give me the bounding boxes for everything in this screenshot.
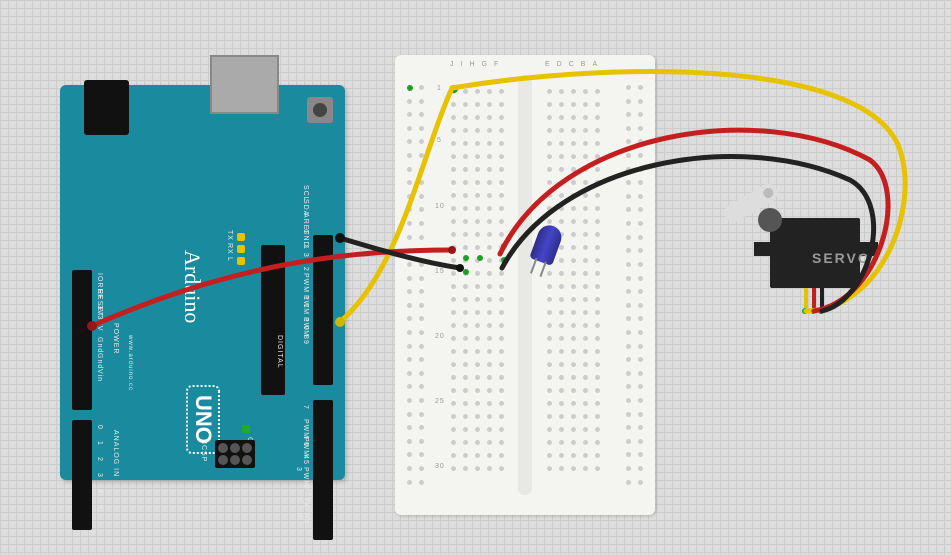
- pin-a1: 1: [96, 441, 103, 446]
- website-label: www.arduino.cc: [127, 335, 133, 391]
- bb-cols-right: E D C B A: [545, 61, 597, 68]
- analog-header[interactable]: [72, 420, 92, 530]
- servo-conn-sig[interactable]: [802, 308, 808, 314]
- tie-cap-c[interactable]: [463, 269, 469, 275]
- servo-vcc-lead[interactable]: [812, 288, 816, 308]
- led-on: [242, 425, 250, 433]
- row-marker-30: 30: [435, 463, 445, 470]
- servo-lead-wires: [796, 288, 836, 308]
- pin-d2: 2: [302, 485, 309, 490]
- fritzing-canvas[interactable]: IOREF RESET 3V3 5V Gnd Gnd Vin POWER ANA…: [0, 0, 951, 555]
- dc-barrel-jack: [84, 80, 129, 135]
- pin-a4: 4: [96, 489, 103, 494]
- led-tx-label: TX: [226, 230, 233, 241]
- power-rail-left-pos[interactable]: [419, 85, 424, 485]
- section-digital-label: DIGITAL: [276, 335, 283, 369]
- terminal-strip-right[interactable]: [543, 85, 603, 485]
- tie-cap-b[interactable]: [477, 255, 483, 261]
- usb-b-port: [210, 55, 279, 114]
- row-marker-20: 20: [435, 333, 445, 340]
- pin-a5: 5: [96, 505, 103, 510]
- led-rx: [237, 245, 245, 253]
- row-marker-5: 5: [437, 137, 442, 144]
- pin-d5: PWM 5: [302, 437, 309, 465]
- pin-a2: 2: [96, 457, 103, 462]
- led-tx: [237, 233, 245, 241]
- pin-d4: 4: [302, 455, 309, 460]
- servo-label: SERVO: [812, 250, 871, 266]
- tie-cap-a[interactable]: [463, 255, 469, 261]
- servo-shaft: [758, 208, 782, 232]
- servo-motor[interactable]: SERVO: [740, 200, 870, 300]
- servo-gnd-lead[interactable]: [820, 288, 824, 308]
- pin-d8: 8: [302, 335, 309, 340]
- pin-d12: 1 2: [302, 259, 309, 272]
- pin-vin: Vin: [96, 369, 103, 382]
- digital-header-upper[interactable]: [313, 235, 333, 385]
- reset-button[interactable]: [307, 97, 333, 123]
- servo-conn-gnd[interactable]: [818, 308, 824, 314]
- section-power-label: POWER: [112, 323, 119, 354]
- icsp-header[interactable]: [215, 440, 255, 468]
- pin-5v: 5V: [96, 321, 103, 332]
- row-marker-25: 25: [435, 398, 445, 405]
- terminal-strip-left[interactable]: [447, 85, 507, 485]
- power-rail-right-pos[interactable]: [638, 85, 643, 485]
- servo-signal-lead[interactable]: [804, 288, 808, 308]
- pin-gnd-2: Gnd: [96, 353, 103, 369]
- section-analog-label: ANALOG IN: [112, 430, 119, 477]
- pin-d0: RX 0: [295, 513, 309, 525]
- row-marker-15: 15: [435, 268, 445, 275]
- tie-rail-1[interactable]: [407, 85, 413, 91]
- pin-d7: 7: [302, 405, 309, 410]
- atmega-chip: [261, 245, 285, 395]
- tie-cap-e[interactable]: [501, 257, 507, 263]
- power-header[interactable]: [72, 270, 92, 410]
- power-rail-left-neg[interactable]: [407, 85, 412, 485]
- bb-cols-left: J I H G F: [450, 61, 498, 68]
- pin-d9: PWM 9: [302, 317, 309, 345]
- digital-header-lower[interactable]: [313, 400, 333, 540]
- power-rail-right-neg[interactable]: [626, 85, 631, 485]
- tie-row1-j[interactable]: [450, 85, 458, 93]
- led-l-label: L: [226, 257, 233, 262]
- pin-d13: 1 3: [302, 245, 309, 258]
- pin-3v3: 3V3: [96, 305, 103, 320]
- servo-conn-vcc[interactable]: [810, 308, 816, 314]
- icsp-label: ICSP: [200, 442, 207, 462]
- breadboard[interactable]: J I H G F E D C B A 1 5 10 15 20 25 30: [395, 55, 655, 515]
- breadboard-center-gutter: [518, 75, 532, 495]
- row-marker-10: 10: [435, 203, 445, 210]
- arduino-uno-board[interactable]: IOREF RESET 3V3 5V Gnd Gnd Vin POWER ANA…: [60, 85, 345, 480]
- pin-d1: TX 1: [295, 497, 309, 508]
- servo-body: SERVO: [770, 218, 860, 288]
- pin-a0: 0: [96, 425, 103, 430]
- pin-gnd-1: Gnd: [96, 337, 103, 353]
- led-l: [237, 257, 245, 265]
- arduino-brand-label: Arduino: [179, 250, 205, 323]
- led-rx-label: RX: [226, 243, 233, 255]
- tie-cap-d[interactable]: [501, 243, 507, 249]
- row-marker-1: 1: [437, 85, 442, 92]
- pin-a3: 3: [96, 473, 103, 478]
